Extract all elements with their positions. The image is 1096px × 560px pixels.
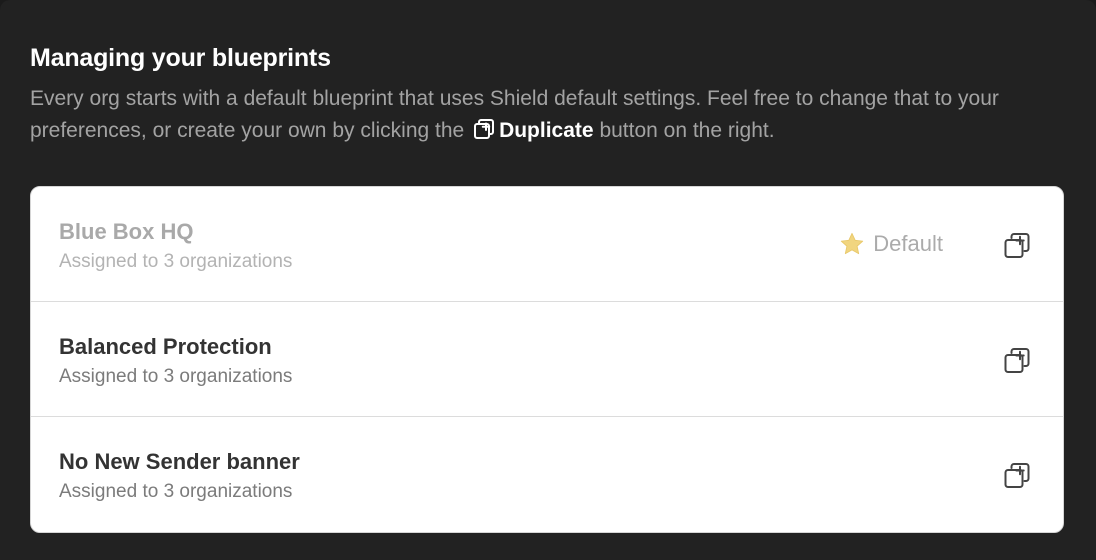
blueprint-assigned: Assigned to 3 organizations (59, 251, 293, 272)
blueprint-assigned: Assigned to 3 organizations (59, 366, 293, 387)
duplicate-icon (1004, 348, 1030, 373)
blueprint-row[interactable]: Blue Box HQ Assigned to 3 organizations … (31, 187, 1063, 302)
duplicate-button[interactable] (1001, 345, 1033, 377)
blueprints-panel: Managing your blueprints Every org start… (0, 0, 1096, 560)
star-icon (839, 231, 865, 257)
duplicate-icon (1004, 463, 1030, 488)
duplicate-button[interactable] (1001, 230, 1033, 262)
blueprint-list: Blue Box HQ Assigned to 3 organizations … (30, 186, 1064, 533)
default-label: Default (873, 231, 943, 256)
section-title: Managing your blueprints (30, 44, 331, 72)
section-description: Every org starts with a default blueprin… (30, 83, 1070, 147)
default-badge: Default (839, 231, 943, 257)
blueprint-row[interactable]: Balanced Protection Assigned to 3 organi… (31, 302, 1063, 417)
blueprint-name: Blue Box HQ (59, 219, 194, 244)
description-text-end: button on the right. (599, 119, 775, 142)
duplicate-button[interactable] (1001, 460, 1033, 492)
duplicate-icon (472, 117, 496, 141)
duplicate-icon (1004, 233, 1030, 258)
description-duplicate-label: Duplicate (499, 119, 594, 142)
blueprint-row[interactable]: No New Sender banner Assigned to 3 organ… (31, 417, 1063, 532)
blueprint-name: No New Sender banner (59, 449, 300, 474)
blueprint-name: Balanced Protection (59, 334, 272, 359)
blueprint-assigned: Assigned to 3 organizations (59, 481, 293, 502)
